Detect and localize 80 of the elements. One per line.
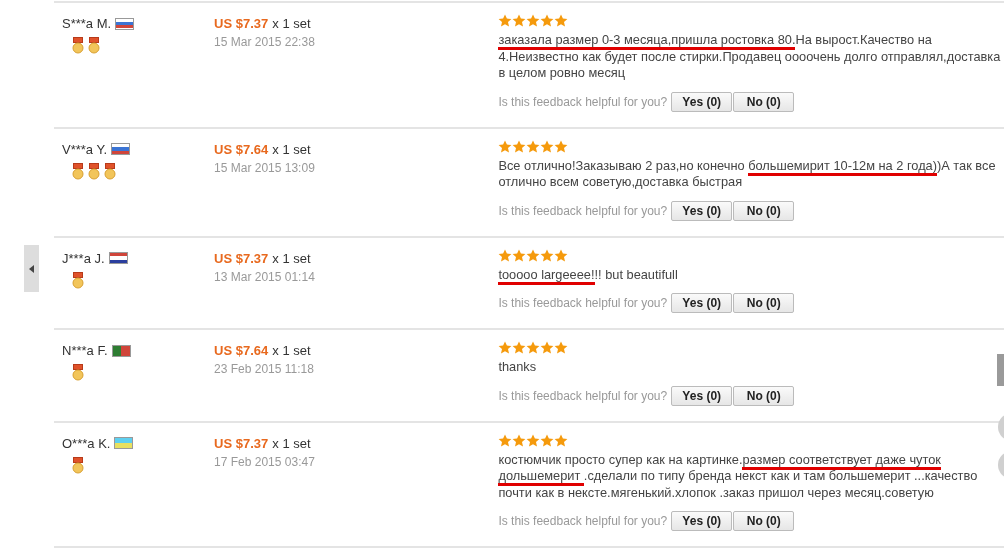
review-text: tooooo largeeee!!! but beautifull: [498, 266, 678, 283]
star-icon: [512, 14, 527, 27]
flag-icon: [114, 437, 134, 449]
scroll-thumb[interactable]: [997, 354, 1004, 386]
star-icon: [498, 14, 513, 27]
review-text: заказала размер 0-3 месяца,пришла ростовка 80.На вырост.Качество на 4.Неизвестно как будет после стирки.Продавец оооочень долго отправлял,доставка в целом ровно месяц: [498, 32, 1002, 82]
star-icon: [512, 433, 527, 447]
star-icon: [526, 341, 541, 354]
star-icon: [498, 248, 513, 262]
star-icon: [540, 139, 555, 153]
medal-icon: [72, 364, 84, 381]
yes-button[interactable]: Yes (0): [671, 511, 733, 531]
quantity: x 1 set: [272, 343, 311, 358]
no-button[interactable]: No (0): [733, 200, 795, 221]
review-date: 15 Mar 2015 13:09: [214, 160, 316, 175]
star-icon: [526, 14, 541, 27]
review-date: 13 Mar 2015 01:14: [214, 269, 316, 284]
price: US $7.64: [214, 141, 269, 157]
star-icon: [512, 341, 527, 354]
quantity: x 1 set: [272, 250, 311, 266]
star-icon: [540, 14, 555, 27]
flag-icon: [111, 344, 131, 357]
medal-icon: [88, 37, 100, 54]
buyer-name: S***a M.: [62, 16, 112, 31]
price: US $7.37: [214, 435, 269, 451]
star-icon: [540, 341, 555, 354]
flag-icon: [115, 17, 135, 30]
review-text: thanks: [498, 359, 537, 376]
star-icon: [554, 248, 569, 262]
flag-icon: [111, 143, 131, 155]
no-button[interactable]: No (0): [733, 385, 795, 406]
star-icon: [512, 139, 527, 153]
no-button[interactable]: No (0): [733, 293, 795, 313]
no-button[interactable]: No (0): [733, 511, 795, 531]
helpful-prompt: Is this feedback helpful for you?: [498, 388, 668, 403]
yes-button[interactable]: Yes (0): [671, 200, 733, 221]
star-icon: [554, 139, 569, 153]
flag-icon: [108, 252, 128, 264]
quantity: x 1 set: [272, 16, 311, 31]
buyer-name: J***a J.: [62, 250, 105, 266]
medal-icon: [72, 456, 84, 474]
quantity: x 1 set: [272, 435, 311, 451]
star-icon: [498, 139, 513, 153]
medal-icon: [104, 162, 116, 180]
yes-button[interactable]: Yes (0): [671, 91, 733, 112]
price: US $7.64: [214, 343, 269, 358]
star-icon: [526, 248, 541, 262]
star-icon: [498, 341, 513, 354]
star-icon: [498, 433, 513, 447]
left-arrow-icon: [29, 264, 34, 273]
buyer-name: O***a K.: [62, 435, 111, 451]
star-icon: [554, 14, 569, 27]
medal-icon: [72, 37, 84, 54]
star-icon: [540, 248, 555, 262]
side-tab[interactable]: [24, 245, 39, 292]
helpful-prompt: Is this feedback helpful for you?: [498, 94, 668, 109]
buyer-name: V***a Y.: [62, 141, 108, 157]
yes-button[interactable]: Yes (0): [671, 385, 733, 406]
medal-icon: [72, 271, 84, 289]
price: US $7.37: [214, 16, 269, 31]
star-icon: [554, 341, 569, 354]
review-text: Все отлично!Заказываю 2 раз,но конечно большемирит 10-12м на 2 года))А так все отлично всем советую,доставка быстрая: [498, 157, 997, 191]
no-button[interactable]: No (0): [733, 91, 795, 112]
star-icon: [512, 248, 527, 262]
star-icon: [526, 433, 541, 447]
price: US $7.37: [214, 250, 269, 266]
helpful-prompt: Is this feedback helpful for you?: [498, 514, 668, 528]
review-date: 15 Mar 2015 22:38: [214, 35, 316, 49]
star-icon: [554, 433, 569, 447]
review-date: 23 Feb 2015 11:18: [214, 362, 315, 376]
helpful-prompt: Is this feedback helpful for you?: [498, 296, 668, 310]
helpful-prompt: Is this feedback helpful for you?: [498, 203, 668, 218]
medal-icon: [88, 162, 100, 180]
yes-button[interactable]: Yes (0): [671, 293, 733, 313]
quantity: x 1 set: [272, 141, 311, 157]
medal-icon: [72, 162, 84, 180]
review-date: 17 Feb 2015 03:47: [214, 454, 316, 469]
star-icon: [526, 139, 541, 153]
star-icon: [540, 433, 555, 447]
buyer-name: N***a F.: [62, 343, 108, 358]
